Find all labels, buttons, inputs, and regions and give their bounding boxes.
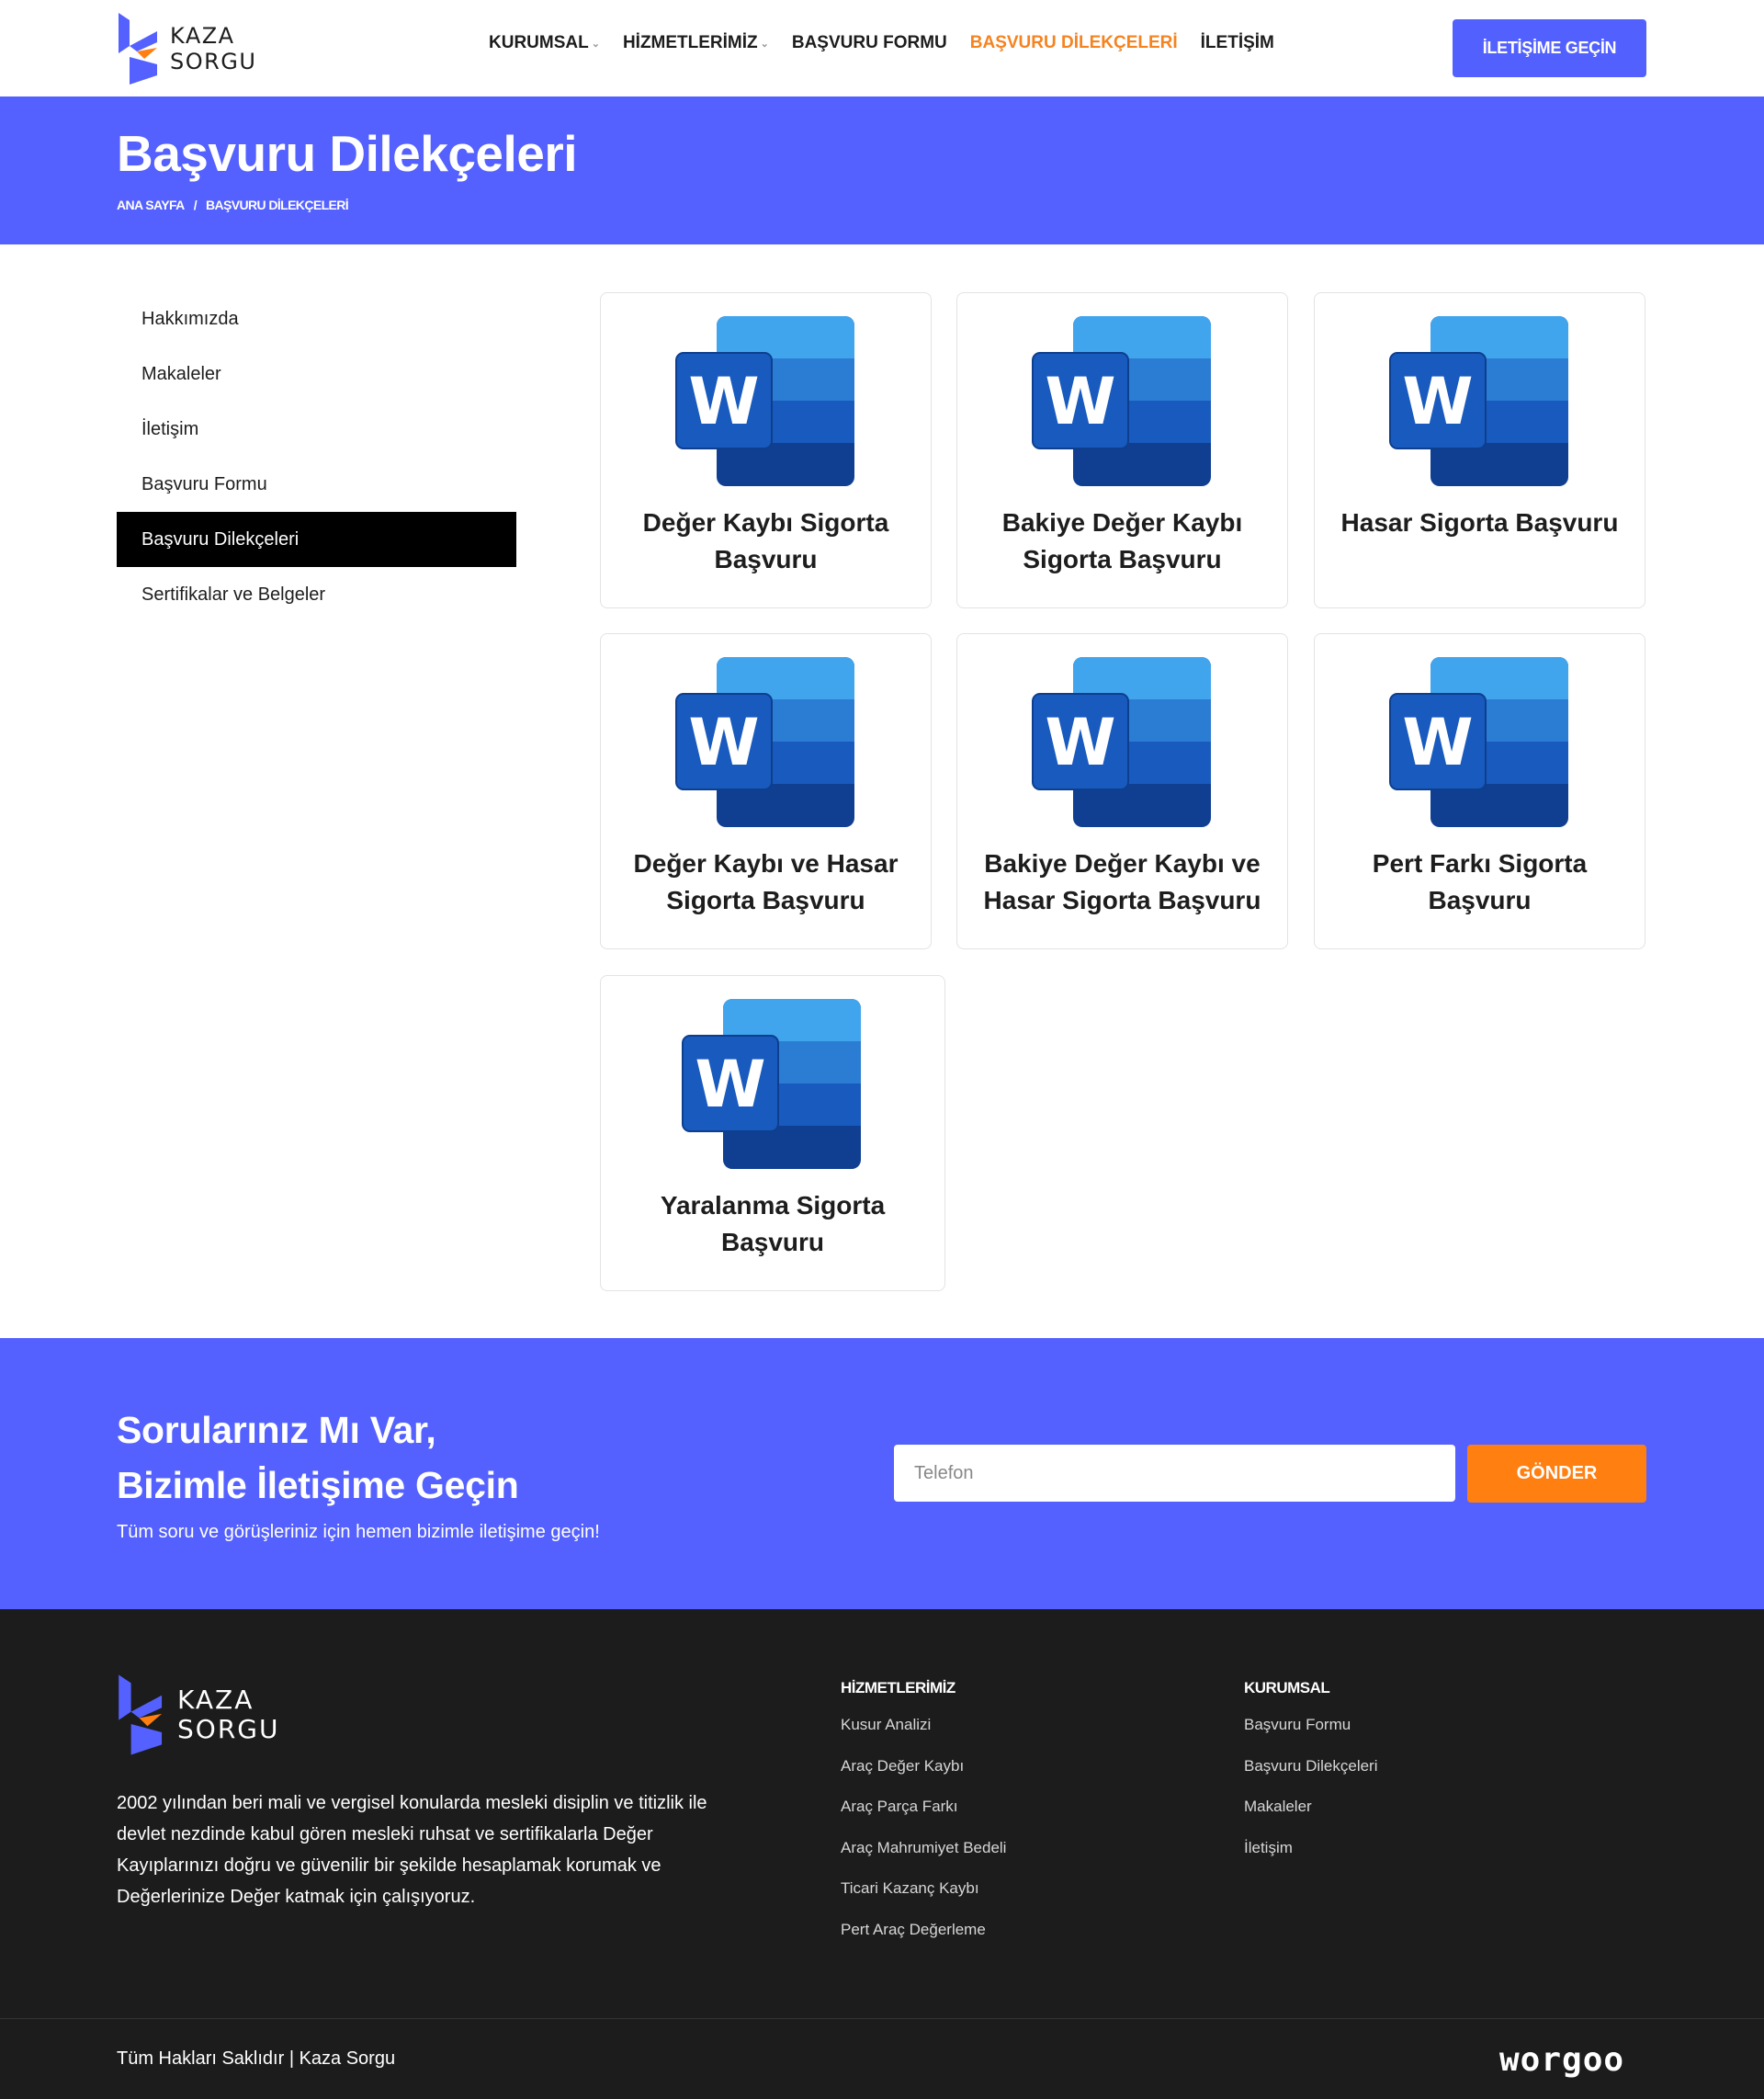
brand-name: KAZA SORGU xyxy=(177,1685,280,1744)
document-card[interactable]: W Bakiye Değer Kaybı ve Hasar Sigorta Ba… xyxy=(956,633,1288,949)
copyright-text: Tüm Hakları Saklıdır | Kaza Sorgu xyxy=(117,2048,396,2069)
svg-text:W: W xyxy=(688,364,759,439)
document-card[interactable]: W Değer Kaybı ve Hasar Sigorta Başvuru xyxy=(600,633,932,949)
footer-link[interactable]: Ticari Kazanç Kaybı xyxy=(841,1879,1006,1921)
document-title: Değer Kaybı Sigorta Başvuru xyxy=(642,508,889,573)
word-document-icon: W xyxy=(674,316,854,486)
chevron-down-icon: ⌄ xyxy=(591,38,600,50)
word-document-icon: W xyxy=(674,657,854,827)
document-title: Pert Farkı Sigorta Başvuru xyxy=(1372,849,1588,914)
sidebar-item-hakkimizda[interactable]: Hakkımızda xyxy=(117,291,516,346)
svg-text:W: W xyxy=(695,1047,765,1122)
word-document-icon: W xyxy=(1388,316,1568,486)
document-card[interactable]: W Pert Farkı Sigorta Başvuru xyxy=(1314,633,1645,949)
breadcrumb-separator: / xyxy=(193,198,198,212)
brand-logo-icon xyxy=(119,13,157,85)
document-title: Bakiye Değer Kaybı Sigorta Başvuru xyxy=(1001,508,1243,573)
svg-text:W: W xyxy=(1045,705,1115,780)
svg-text:W: W xyxy=(1045,364,1115,439)
svg-text:W: W xyxy=(1402,705,1473,780)
footer-services-column: HİZMETLERİMİZ Kusur Analizi Araç Değer K… xyxy=(841,1679,1006,1961)
site-header: KAZA SORGU KURUMSAL ⌄ HİZMETLERİMİZ ⌄ BAŞV… xyxy=(0,0,1764,96)
sidebar-item-iletisim[interactable]: İletişim xyxy=(117,402,516,457)
svg-text:W: W xyxy=(1402,364,1473,439)
contact-section: Sorularınız Mı Var, Bizimle İletişime Ge… xyxy=(0,1338,1764,1609)
footer-corporate-column: KURUMSAL Başvuru Formu Başvuru Dilekçele… xyxy=(1244,1679,1378,1879)
footer-corporate-heading: KURUMSAL xyxy=(1244,1679,1330,1696)
nav-item-hizmetlerimiz[interactable]: HİZMETLERİMİZ ⌄ xyxy=(623,33,769,53)
brand-name: KAZA SORGU xyxy=(170,23,257,74)
document-title: Yaralanma Sigorta Başvuru xyxy=(660,1191,886,1256)
document-title: Hasar Sigorta Başvuru xyxy=(1340,508,1619,537)
page-hero: Başvuru Dilekçeleri ANA SAYFA / BAŞVURU … xyxy=(0,96,1764,244)
document-card[interactable]: W Bakiye Değer Kaybı Sigorta Başvuru xyxy=(956,292,1288,608)
footer-divider xyxy=(0,2018,1764,2019)
footer-link[interactable]: Araç Değer Kaybı xyxy=(841,1757,1006,1798)
contact-subtitle: Tüm soru ve görüşleriniz için hemen bizi… xyxy=(117,1522,600,1542)
footer-link[interactable]: Kusur Analizi xyxy=(841,1716,1006,1757)
breadcrumb-current: BAŞVURU DİLEKÇELERİ xyxy=(206,198,349,212)
svg-text:W: W xyxy=(688,705,759,780)
nav-item-kurumsal[interactable]: KURUMSAL ⌄ xyxy=(489,33,600,53)
sidebar-menu: Hakkımızda Makaleler İletişim Başvuru Fo… xyxy=(117,291,516,622)
nav-item-basvuru-formu[interactable]: BAŞVURU FORMU xyxy=(792,33,947,53)
brand-logo-icon xyxy=(119,1674,163,1755)
document-card[interactable]: W Değer Kaybı Sigorta Başvuru xyxy=(600,292,932,608)
phone-input[interactable] xyxy=(894,1445,1455,1502)
footer-link[interactable]: Pert Araç Değerleme xyxy=(841,1921,1006,1962)
contact-cta-button[interactable]: İLETİŞİME GEÇİN xyxy=(1453,19,1646,77)
chevron-down-icon: ⌄ xyxy=(760,38,769,50)
sidebar-item-sertifikalar[interactable]: Sertifikalar ve Belgeler xyxy=(117,567,516,622)
developer-logo[interactable]: worgoo xyxy=(1499,2041,1624,2079)
word-document-icon: W xyxy=(1031,316,1211,486)
footer-link[interactable]: Başvuru Dilekçeleri xyxy=(1244,1757,1378,1798)
footer-link[interactable]: Makaleler xyxy=(1244,1798,1378,1839)
document-card[interactable]: W Yaralanma Sigorta Başvuru xyxy=(600,975,945,1291)
breadcrumb: ANA SAYFA / BAŞVURU DİLEKÇELERİ xyxy=(117,198,349,212)
footer-link[interactable]: İletişim xyxy=(1244,1839,1378,1880)
word-document-icon: W xyxy=(1388,657,1568,827)
document-title: Değer Kaybı ve Hasar Sigorta Başvuru xyxy=(633,849,899,914)
sidebar-item-basvuru-formu[interactable]: Başvuru Formu xyxy=(117,457,516,512)
footer-link[interactable]: Araç Parça Farkı xyxy=(841,1798,1006,1839)
sidebar-item-basvuru-dilekceleri[interactable]: Başvuru Dilekçeleri xyxy=(117,512,516,567)
breadcrumb-home[interactable]: ANA SAYFA xyxy=(117,198,185,212)
brand-logo[interactable]: KAZA SORGU xyxy=(117,11,273,86)
site-footer: KAZA SORGU 2002 yılından beri mali ve ve… xyxy=(0,1609,1764,2099)
nav-item-iletisim[interactable]: İLETİŞİM xyxy=(1201,33,1274,53)
document-card[interactable]: W Hasar Sigorta Başvuru xyxy=(1314,292,1645,608)
send-button[interactable]: GÖNDER xyxy=(1467,1445,1646,1503)
footer-link[interactable]: Başvuru Formu xyxy=(1244,1716,1378,1757)
contact-heading: Sorularınız Mı Var, Bizimle İletişime Ge… xyxy=(117,1409,519,1506)
footer-link[interactable]: Araç Mahrumiyet Bedeli xyxy=(841,1839,1006,1880)
document-title: Bakiye Değer Kaybı ve Hasar Sigorta Başv… xyxy=(983,849,1261,914)
footer-services-heading: HİZMETLERİMİZ xyxy=(841,1679,956,1696)
main-nav: KURUMSAL ⌄ HİZMETLERİMİZ ⌄ BAŞVURU FORMU B… xyxy=(489,33,1297,53)
word-document-icon: W xyxy=(1031,657,1211,827)
footer-logo[interactable]: KAZA SORGU xyxy=(117,1670,279,1760)
page-title: Başvuru Dilekçeleri xyxy=(117,125,578,182)
sidebar-item-makaleler[interactable]: Makaleler xyxy=(117,346,516,402)
nav-item-basvuru-dilekceleri[interactable]: BAŞVURU DİLEKÇELERİ xyxy=(970,33,1178,53)
footer-about-text: 2002 yılından beri mali ve vergisel konu… xyxy=(117,1793,707,1907)
word-document-icon: W xyxy=(682,999,861,1169)
